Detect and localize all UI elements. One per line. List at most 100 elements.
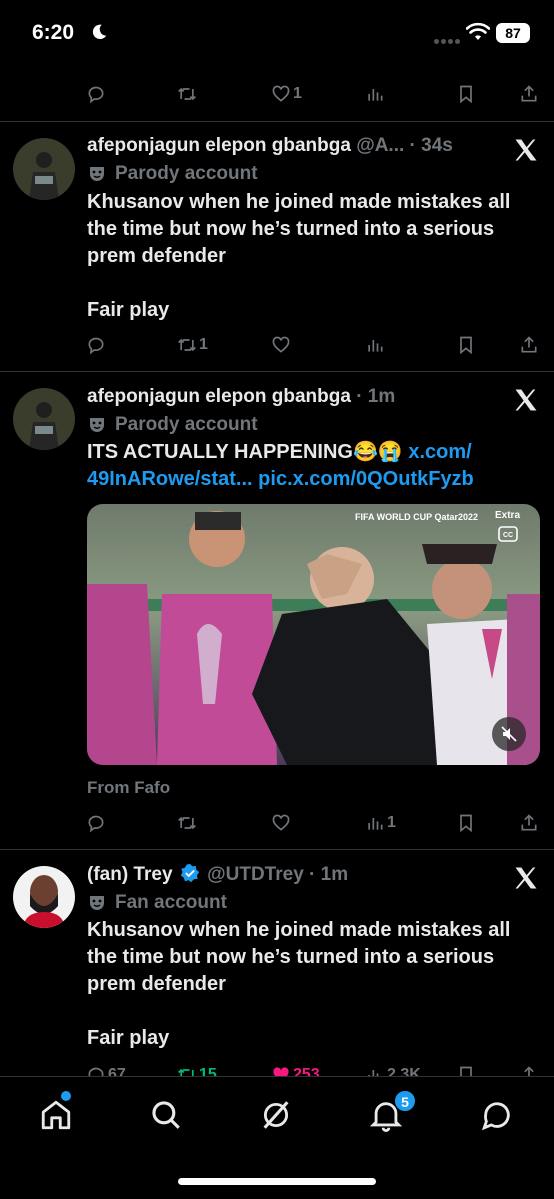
- avatar[interactable]: [13, 138, 75, 200]
- avatar-image: [13, 866, 75, 928]
- badge-label: Parody account: [115, 163, 258, 184]
- views-count: 1: [387, 814, 396, 831]
- post-text: Khusanov when he joined made mistakes al…: [87, 189, 542, 324]
- reply-icon: [88, 815, 104, 833]
- post-link[interactable]: x.com/: [408, 441, 471, 463]
- reply-icon: [88, 337, 104, 355]
- repost-button[interactable]: [177, 808, 197, 838]
- reply-icon: [88, 86, 104, 104]
- share-icon: [521, 336, 537, 353]
- home-icon: [41, 1100, 71, 1130]
- display-name[interactable]: (fan) Trey: [87, 864, 173, 885]
- display-name[interactable]: afeponjagun elepon gbanbga: [87, 386, 351, 407]
- media-link[interactable]: pic.x.com/0QOutkFyzb: [258, 468, 474, 490]
- post-text-line: Khusanov when he joined made mistakes al…: [87, 919, 511, 941]
- bookmark-icon: [460, 85, 472, 104]
- heart-icon: [272, 336, 290, 353]
- repost-button[interactable]: 1: [177, 330, 208, 360]
- chat-bubble-icon: [481, 1102, 510, 1131]
- display-name[interactable]: afeponjagun elepon gbanbga: [87, 135, 351, 156]
- avatar[interactable]: [13, 866, 75, 928]
- handle-and-time: @A... · 34s: [356, 135, 453, 156]
- post-text-line: prem defender: [87, 973, 226, 995]
- post-actions: 1: [0, 808, 554, 838]
- cellular-signal-icon: [434, 31, 462, 49]
- previous-post-actions: 1: [0, 79, 554, 109]
- search-icon: [152, 1101, 180, 1129]
- post-card[interactable]: afeponjagun elepon gbanbga · 1m Parody a…: [0, 371, 554, 849]
- moon-icon: [92, 24, 107, 40]
- post-card[interactable]: afeponjagun elepon gbanbga @A... · 34s P…: [0, 121, 554, 371]
- post-card[interactable]: (fan) Trey @UTDTrey · 1m Fan account Khu…: [0, 849, 554, 1085]
- post-text-line: prem defender: [87, 245, 226, 267]
- broadcast-overlay-extra: Extra: [494, 510, 520, 521]
- repost-icon: [178, 338, 196, 352]
- reply-button[interactable]: [86, 808, 106, 838]
- post-header: afeponjagun elepon gbanbga @A... · 34s: [87, 135, 453, 157]
- x-logo-icon[interactable]: [512, 864, 540, 892]
- video-thumbnail: [87, 504, 540, 765]
- status-time: 6:20: [32, 21, 75, 44]
- speaker-muted-icon: [501, 726, 517, 742]
- nav-home[interactable]: [36, 1095, 76, 1135]
- share-button[interactable]: [519, 330, 539, 360]
- theater-masks-icon: [90, 167, 104, 181]
- heart-icon: [272, 814, 290, 831]
- like-button[interactable]: [271, 808, 291, 838]
- svg-text:CC: CC: [503, 532, 513, 539]
- like-button[interactable]: [271, 330, 291, 360]
- like-button[interactable]: 1: [271, 79, 302, 109]
- nav-messages[interactable]: [477, 1095, 517, 1135]
- nav-search[interactable]: [146, 1095, 186, 1135]
- views-button[interactable]: [365, 330, 385, 360]
- share-icon: [521, 85, 537, 102]
- battery-indicator: 87: [496, 23, 530, 43]
- avatar-image: [13, 138, 75, 200]
- closed-captions-icon[interactable]: CC: [498, 526, 518, 542]
- bookmark-button[interactable]: [456, 330, 476, 360]
- post-text: ITS ACTUALLY HAPPENING😂😭 x.com/ 49InARow…: [87, 439, 542, 493]
- post-text-line: Fair play: [87, 1027, 170, 1049]
- post-link[interactable]: 49InARowe/stat...: [87, 468, 253, 490]
- post-text-line: the time but now he’s turned into a seri…: [87, 946, 495, 968]
- post-text-line: Khusanov when he joined made mistakes al…: [87, 191, 511, 213]
- mute-button[interactable]: [492, 717, 526, 751]
- theater-masks-icon: [90, 418, 104, 432]
- views-button[interactable]: 1: [365, 808, 396, 838]
- nav-grok[interactable]: [256, 1095, 296, 1135]
- account-badge: Fan account: [87, 892, 227, 914]
- views-icon: [368, 340, 383, 352]
- share-button[interactable]: [519, 808, 539, 838]
- views-button[interactable]: [365, 79, 385, 109]
- x-logo-icon[interactable]: [512, 386, 540, 414]
- repost-icon: [178, 87, 196, 101]
- reply-button[interactable]: [86, 330, 106, 360]
- share-button[interactable]: [519, 79, 539, 109]
- reply-button[interactable]: [86, 79, 106, 109]
- home-indicator[interactable]: [178, 1178, 376, 1185]
- handle-and-time: @UTDTrey · 1m: [207, 864, 349, 885]
- x-logo-icon[interactable]: [512, 136, 540, 164]
- status-bar: 6:20 87: [0, 0, 554, 70]
- bookmark-icon: [460, 814, 472, 833]
- bookmark-button[interactable]: [456, 808, 476, 838]
- like-count: 1: [293, 85, 302, 102]
- post-text-line: the time but now he’s turned into a seri…: [87, 218, 495, 240]
- badge-label: Parody account: [115, 414, 258, 435]
- verified-badge-icon: [180, 863, 199, 883]
- avatar[interactable]: [13, 388, 75, 450]
- video-player[interactable]: FIFA WORLD CUP Qatar2022 Extra CC: [87, 504, 540, 765]
- repost-count: 1: [199, 336, 208, 353]
- account-badge: Parody account: [87, 163, 258, 185]
- media-attribution[interactable]: From Fafo: [87, 778, 170, 798]
- views-icon: [368, 89, 383, 101]
- post-text: Khusanov when he joined made mistakes al…: [87, 917, 542, 1052]
- repost-icon: [178, 816, 196, 830]
- bookmark-button[interactable]: [456, 79, 476, 109]
- previous-post-text-fragment: [152, 56, 164, 64]
- repost-button[interactable]: [177, 79, 197, 109]
- grok-icon: [263, 1101, 289, 1129]
- post-actions: 1: [0, 330, 554, 360]
- post-text-line: Fair play: [87, 299, 170, 321]
- views-icon: [368, 818, 383, 830]
